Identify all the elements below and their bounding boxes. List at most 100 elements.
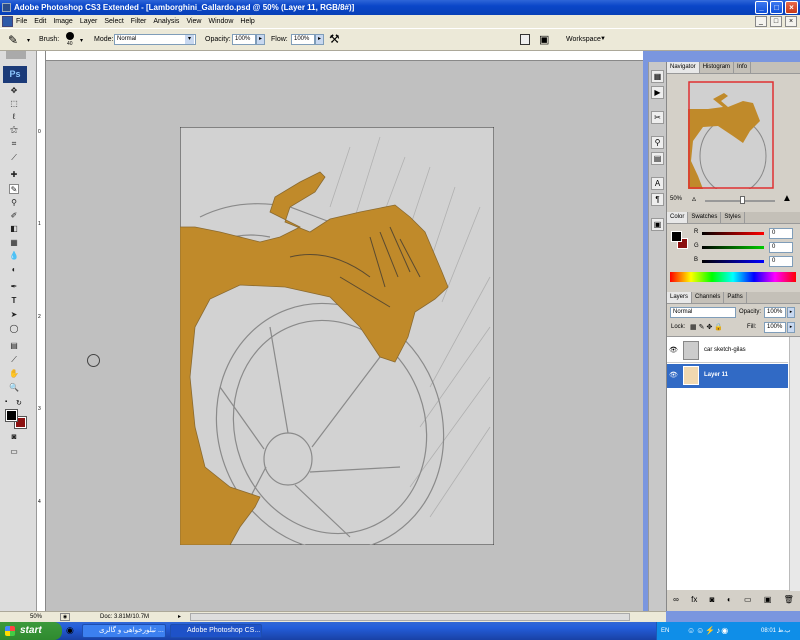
type-tool-icon[interactable]: T	[9, 296, 19, 306]
clone-source-icon[interactable]: ⚲	[651, 136, 664, 149]
slice-tool-icon[interactable]: ⟋	[9, 153, 19, 163]
blur-tool-icon[interactable]: 💧	[9, 251, 19, 261]
document-icon[interactable]	[2, 16, 13, 27]
history-brush-tool-icon[interactable]: ✐	[9, 211, 19, 221]
eyedropper-tool-icon[interactable]: ⟋	[9, 355, 19, 365]
actions-panel-icon[interactable]: ▶	[651, 86, 664, 99]
clone-stamp-tool-icon[interactable]: ⚲	[9, 198, 19, 208]
workspace-button[interactable]: Workspace	[566, 36, 601, 43]
marquee-tool-icon[interactable]: ⬚	[9, 99, 19, 109]
brush-preview-icon[interactable]	[66, 32, 74, 40]
menu-analysis[interactable]: Analysis	[153, 15, 179, 28]
brush-tool-icon[interactable]: ✎	[8, 33, 18, 47]
channel-g-slider[interactable]	[702, 246, 764, 249]
zoom-slider-thumb[interactable]	[740, 196, 745, 204]
layer-opacity-input[interactable]: 100%	[764, 307, 786, 318]
tab-navigator[interactable]: Navigator	[667, 62, 700, 73]
magic-wand-tool-icon[interactable]: ⚝	[9, 125, 19, 135]
menu-image[interactable]: Image	[53, 15, 72, 28]
workspace-chevron-icon[interactable]: ▼	[600, 36, 606, 42]
document-canvas[interactable]	[180, 127, 494, 545]
blend-mode-select[interactable]: Normal	[670, 307, 736, 318]
task-browser[interactable]: تبلورخواهی و گالری ...	[82, 624, 166, 638]
maximize-button[interactable]: □	[770, 1, 783, 14]
layer-row[interactable]: 👁 car sketch-gilas	[667, 339, 788, 363]
menu-window[interactable]: Window	[208, 15, 233, 28]
eye-icon[interactable]: 👁	[669, 346, 678, 354]
airbrush-icon[interactable]: ⚒	[329, 32, 340, 46]
channel-b-input[interactable]: 0	[769, 256, 793, 267]
menu-view[interactable]: View	[186, 15, 201, 28]
hand-tool-icon[interactable]: ✋	[9, 369, 19, 379]
status-icon[interactable]: ◉	[60, 613, 70, 621]
swap-colors-icon[interactable]: ↻	[16, 399, 22, 407]
photoshop-logo[interactable]: Ps	[3, 66, 27, 83]
layer-row-selected[interactable]: 👁 Layer 11	[667, 364, 788, 388]
color-spectrum-ramp[interactable]	[670, 272, 796, 282]
tab-layers[interactable]: Layers	[667, 292, 693, 303]
menu-layer[interactable]: Layer	[80, 15, 98, 28]
tab-color[interactable]: Color	[667, 212, 689, 223]
dodge-tool-icon[interactable]: ◐	[9, 265, 19, 275]
start-button[interactable]: start	[0, 622, 62, 640]
menu-help[interactable]: Help	[240, 15, 254, 28]
gradient-tool-icon[interactable]: ▦	[9, 238, 19, 248]
brush-tool-icon-active[interactable]: ✎	[9, 184, 19, 194]
fill-slider-button[interactable]: ▸	[787, 322, 795, 333]
channel-r-input[interactable]: 0	[769, 228, 793, 239]
zoom-tool-icon[interactable]: 🔍	[9, 383, 19, 393]
task-photoshop[interactable]: Adobe Photoshop CS...	[170, 624, 262, 638]
quick-mask-icon[interactable]: ◙	[9, 432, 19, 442]
tab-swatches[interactable]: Swatches	[688, 212, 722, 223]
notes-tool-icon[interactable]: ▤	[9, 341, 19, 351]
status-zoom[interactable]: 50%	[30, 612, 42, 622]
lasso-tool-icon[interactable]: ℓ	[9, 112, 19, 122]
layers-scrollbar[interactable]	[789, 337, 800, 591]
channel-r-slider[interactable]	[702, 232, 764, 235]
color-foreground-swatch[interactable]	[671, 231, 682, 242]
channel-g-input[interactable]: 0	[769, 242, 793, 253]
tab-styles[interactable]: Styles	[721, 212, 745, 223]
menu-filter[interactable]: Filter	[131, 15, 147, 28]
menu-edit[interactable]: Edit	[34, 15, 46, 28]
eraser-tool-icon[interactable]: ◧	[9, 224, 19, 234]
mode-select[interactable]: Normal ▾	[114, 34, 196, 45]
foreground-color-swatch[interactable]	[5, 409, 18, 422]
flow-input[interactable]: 100%	[291, 34, 315, 45]
layer-comps-icon[interactable]: ▤	[651, 152, 664, 165]
vertical-ruler[interactable]: 0 1 2 3 4	[37, 51, 46, 611]
menu-file[interactable]: File	[16, 15, 27, 28]
new-layer-icon[interactable]: ▣	[764, 592, 772, 608]
quick-launch-icon[interactable]: ◉	[66, 625, 74, 636]
info-panel-icon[interactable]: ▣	[651, 218, 664, 231]
navigator-thumbnail[interactable]	[688, 81, 774, 189]
crop-tool-icon[interactable]: ⌗	[9, 139, 19, 149]
opacity-slider-button[interactable]: ▸	[256, 34, 265, 45]
delete-layer-icon[interactable]: 🗑	[784, 592, 794, 608]
tool-preset-chevron-icon[interactable]: ▾	[27, 37, 30, 44]
horizontal-scrollbar[interactable]	[190, 613, 630, 621]
paragraph-panel-icon[interactable]: ¶	[651, 193, 664, 206]
move-tool-icon[interactable]: ✥	[9, 86, 19, 96]
tab-histogram[interactable]: Histogram	[700, 62, 735, 73]
pen-tool-icon[interactable]: ✒	[9, 282, 19, 292]
tab-info[interactable]: Info	[734, 62, 752, 73]
lock-options-icon[interactable]: ▦✎✥🔒	[690, 323, 725, 331]
doc-minimize-button[interactable]: _	[755, 16, 767, 27]
new-group-icon[interactable]: ▭	[744, 592, 752, 608]
layer-opacity-slider-button[interactable]: ▸	[787, 307, 795, 318]
healing-brush-tool-icon[interactable]: ✚	[9, 170, 19, 180]
doc-restore-button[interactable]: □	[770, 16, 782, 27]
fill-input[interactable]: 100%	[764, 322, 786, 333]
zoom-out-icon[interactable]: ▵	[692, 194, 696, 203]
layer-mask-icon[interactable]: ◙	[710, 592, 715, 608]
tools-preset-icon[interactable]: ✂	[651, 111, 664, 124]
shape-tool-icon[interactable]: ◯	[9, 324, 19, 334]
layer-style-icon[interactable]: fx	[691, 592, 697, 608]
tray-icons[interactable]: ☺☺⚡♪◉	[687, 622, 729, 640]
horizontal-ruler[interactable]	[37, 51, 643, 61]
brush-picker-chevron-icon[interactable]: ▾	[80, 37, 83, 44]
brushes-panel-icon[interactable]: ▦	[651, 70, 664, 83]
palette-well-icon[interactable]	[520, 34, 530, 45]
screen-mode-icon[interactable]: ▭	[9, 447, 19, 457]
